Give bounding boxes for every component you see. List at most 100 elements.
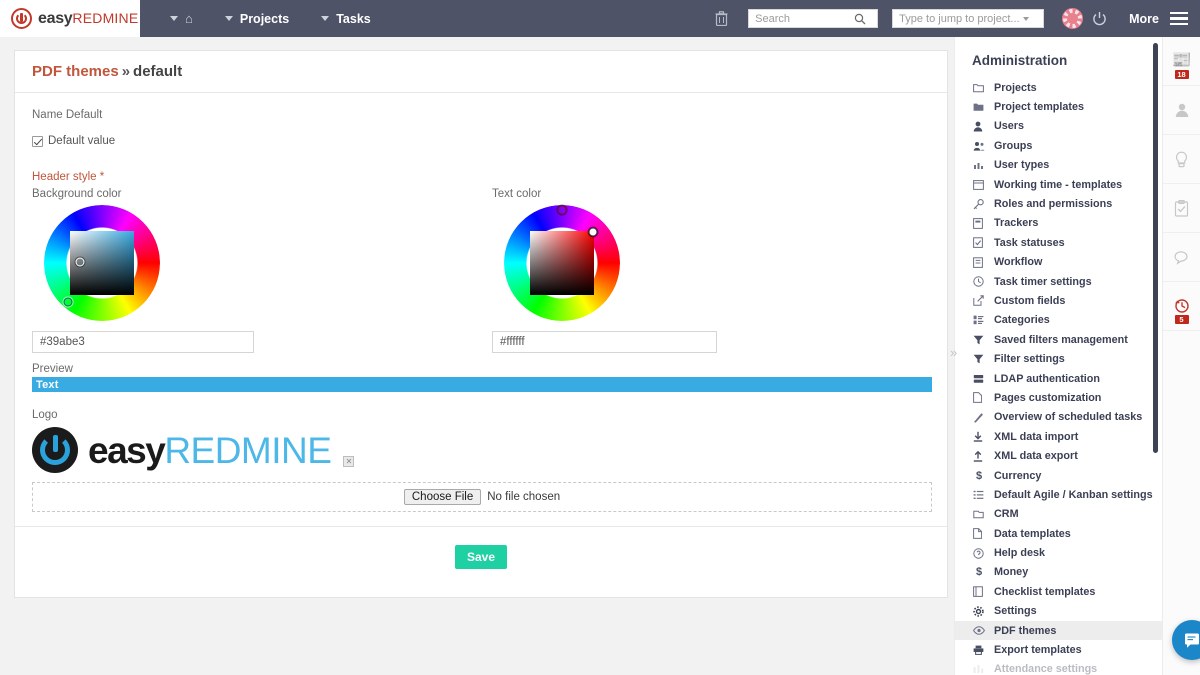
sidebar-item-money[interactable]: $ Money — [955, 563, 1162, 582]
sidebar-item-help-desk[interactable]: Help desk — [955, 543, 1162, 562]
search-icon — [854, 13, 866, 24]
nav-item-home[interactable]: ⌂ — [154, 0, 209, 37]
avatar[interactable] — [1062, 8, 1084, 29]
sidebar-item-saved-filters-management[interactable]: Saved filters management — [955, 330, 1162, 349]
sidebar-collapse-handle[interactable]: » — [950, 345, 957, 360]
sidebar-item-label: Default Agile / Kanban settings — [994, 488, 1153, 501]
news-badge: 18 — [1174, 70, 1189, 79]
hamburger-icon[interactable] — [1170, 11, 1188, 26]
logo-preview: easyREDMINE ✕ — [32, 425, 930, 475]
easy-redmine-logo-icon — [32, 427, 78, 473]
color-pickers: Background color Text color — [32, 188, 930, 363]
chat-history-icon — [1173, 250, 1190, 265]
power-icon — [1093, 12, 1106, 26]
search-input[interactable] — [749, 10, 855, 27]
trash-button[interactable] — [704, 0, 738, 37]
sidebar-item-label: Groups — [994, 139, 1033, 152]
rail-item-contacts[interactable] — [1163, 86, 1200, 135]
sidebar-item-pages-customization[interactable]: Pages customization — [955, 388, 1162, 407]
brand-logo[interactable]: easyREDMINE — [0, 0, 140, 37]
sidebar-scrollbar[interactable] — [1153, 43, 1158, 453]
saturation-value-square[interactable] — [530, 231, 594, 295]
primary-nav: ⌂ Projects Tasks — [154, 0, 387, 37]
background-color-input[interactable] — [32, 331, 254, 353]
logo-wordmark: easyREDMINE — [88, 432, 332, 469]
sidebar-item-xml-data-import[interactable]: XML data import — [955, 427, 1162, 446]
search-box[interactable] — [748, 9, 879, 28]
sidebar-item-label: Checklist templates — [994, 585, 1096, 598]
page-icon — [973, 392, 985, 404]
tasks-clipboard-icon — [1174, 199, 1189, 217]
hue-handle[interactable] — [63, 297, 73, 307]
default-value-checkbox[interactable] — [32, 135, 43, 147]
sidebar-item-pdf-themes[interactable]: PDF themes — [955, 620, 1162, 641]
rail-item-time-history[interactable]: 5 — [1163, 282, 1200, 331]
rail-item-news[interactable]: 📰 18 — [1163, 37, 1200, 86]
logo-upload-dropzone[interactable]: Choose File No file chosen — [32, 482, 932, 512]
rail-item-tasks[interactable] — [1163, 184, 1200, 233]
rail-item-ideas[interactable] — [1163, 135, 1200, 184]
sidebar-item-categories[interactable]: Categories — [955, 311, 1162, 330]
breadcrumb-link-pdf-themes[interactable]: PDF themes — [32, 63, 119, 80]
remove-logo-button[interactable]: ✕ — [343, 456, 355, 467]
sidebar-item-filter-settings[interactable]: Filter settings — [955, 349, 1162, 368]
workflow-icon — [973, 257, 985, 268]
idea-icon — [1174, 151, 1189, 168]
save-button[interactable]: Save — [455, 544, 507, 569]
card-header: PDF themes» default — [15, 51, 947, 93]
sidebar-item-xml-data-export[interactable]: XML data export — [955, 446, 1162, 465]
sidebar-item-settings[interactable]: Settings — [955, 602, 1162, 621]
sidebar-item-attendance-settings[interactable]: Attendance settings — [955, 660, 1162, 675]
sidebar-item-label: Attendance settings — [994, 663, 1098, 675]
sidebar-item-label: Project templates — [994, 101, 1085, 114]
hue-handle[interactable] — [557, 205, 567, 215]
sidebar-item-trackers[interactable]: Trackers — [955, 214, 1162, 233]
sidebar-item-overview-of-scheduled-tasks[interactable]: Overview of scheduled tasks — [955, 408, 1162, 427]
more-menu-button[interactable]: More — [1129, 12, 1159, 26]
chat-widget-icon — [1185, 633, 1199, 648]
text-color-input[interactable] — [492, 331, 717, 353]
sidebar-item-task-timer-settings[interactable]: Task timer settings — [955, 272, 1162, 291]
text-color-wheel[interactable] — [504, 205, 620, 321]
help-icon — [973, 547, 985, 559]
choose-file-button[interactable]: Choose File — [403, 489, 482, 505]
sidebar-item-projects[interactable]: Projects — [955, 78, 1162, 97]
sidebar-item-task-statuses[interactable]: Task statuses — [955, 233, 1162, 252]
sidebar-item-users[interactable]: Users — [955, 117, 1162, 136]
rail-item-chat-history[interactable] — [1163, 233, 1200, 282]
saturation-value-handle[interactable] — [588, 227, 598, 237]
nav-item-projects-label: Projects — [239, 11, 290, 26]
default-value-row[interactable]: Default value — [32, 135, 930, 147]
gear-icon — [973, 606, 985, 617]
preview-bar: Text — [32, 377, 932, 392]
chevron-down-icon — [224, 16, 233, 21]
sidebar-item-groups[interactable]: Groups — [955, 136, 1162, 155]
sidebar-item-label: CRM — [994, 508, 1019, 521]
administration-sidebar: Administration Projects Project templates… — [954, 37, 1162, 675]
sidebar-item-workflow[interactable]: Workflow — [955, 253, 1162, 272]
sidebar-item-user-types[interactable]: User types — [955, 156, 1162, 175]
sidebar-item-project-templates[interactable]: Project templates — [955, 97, 1162, 116]
sidebar-item-crm[interactable]: CRM — [955, 505, 1162, 524]
sidebar-item-data-templates[interactable]: Data templates — [955, 524, 1162, 543]
sidebar-item-ldap-authentication[interactable]: LDAP authentication — [955, 369, 1162, 388]
sidebar-item-label: Pages customization — [994, 391, 1102, 404]
sidebar-item-label: Money — [994, 566, 1029, 579]
sidebar-item-working-time-templates[interactable]: Working time - templates — [955, 175, 1162, 194]
name-row: Name Default — [32, 109, 103, 121]
sidebar-item-export-templates[interactable]: Export templates — [955, 640, 1162, 659]
nav-item-tasks[interactable]: Tasks — [305, 0, 387, 37]
background-color-wheel[interactable] — [44, 205, 160, 321]
sidebar-item-checklist-templates[interactable]: Checklist templates — [955, 582, 1162, 601]
download-icon — [973, 431, 985, 442]
sidebar-item-currency[interactable]: $ Currency — [955, 466, 1162, 485]
breadcrumb-separator: » — [121, 63, 131, 80]
power-button[interactable] — [1092, 11, 1107, 26]
sidebar-item-custom-fields[interactable]: Custom fields — [955, 291, 1162, 310]
sidebar-item-default-agile-kanban-settings[interactable]: Default Agile / Kanban settings — [955, 485, 1162, 504]
sidebar-item-roles-and-permissions[interactable]: Roles and permissions — [955, 194, 1162, 213]
saturation-value-handle[interactable] — [75, 257, 85, 267]
project-jump-box[interactable] — [892, 9, 1045, 28]
nav-item-projects[interactable]: Projects — [209, 0, 305, 37]
project-jump-input[interactable] — [893, 10, 1022, 27]
